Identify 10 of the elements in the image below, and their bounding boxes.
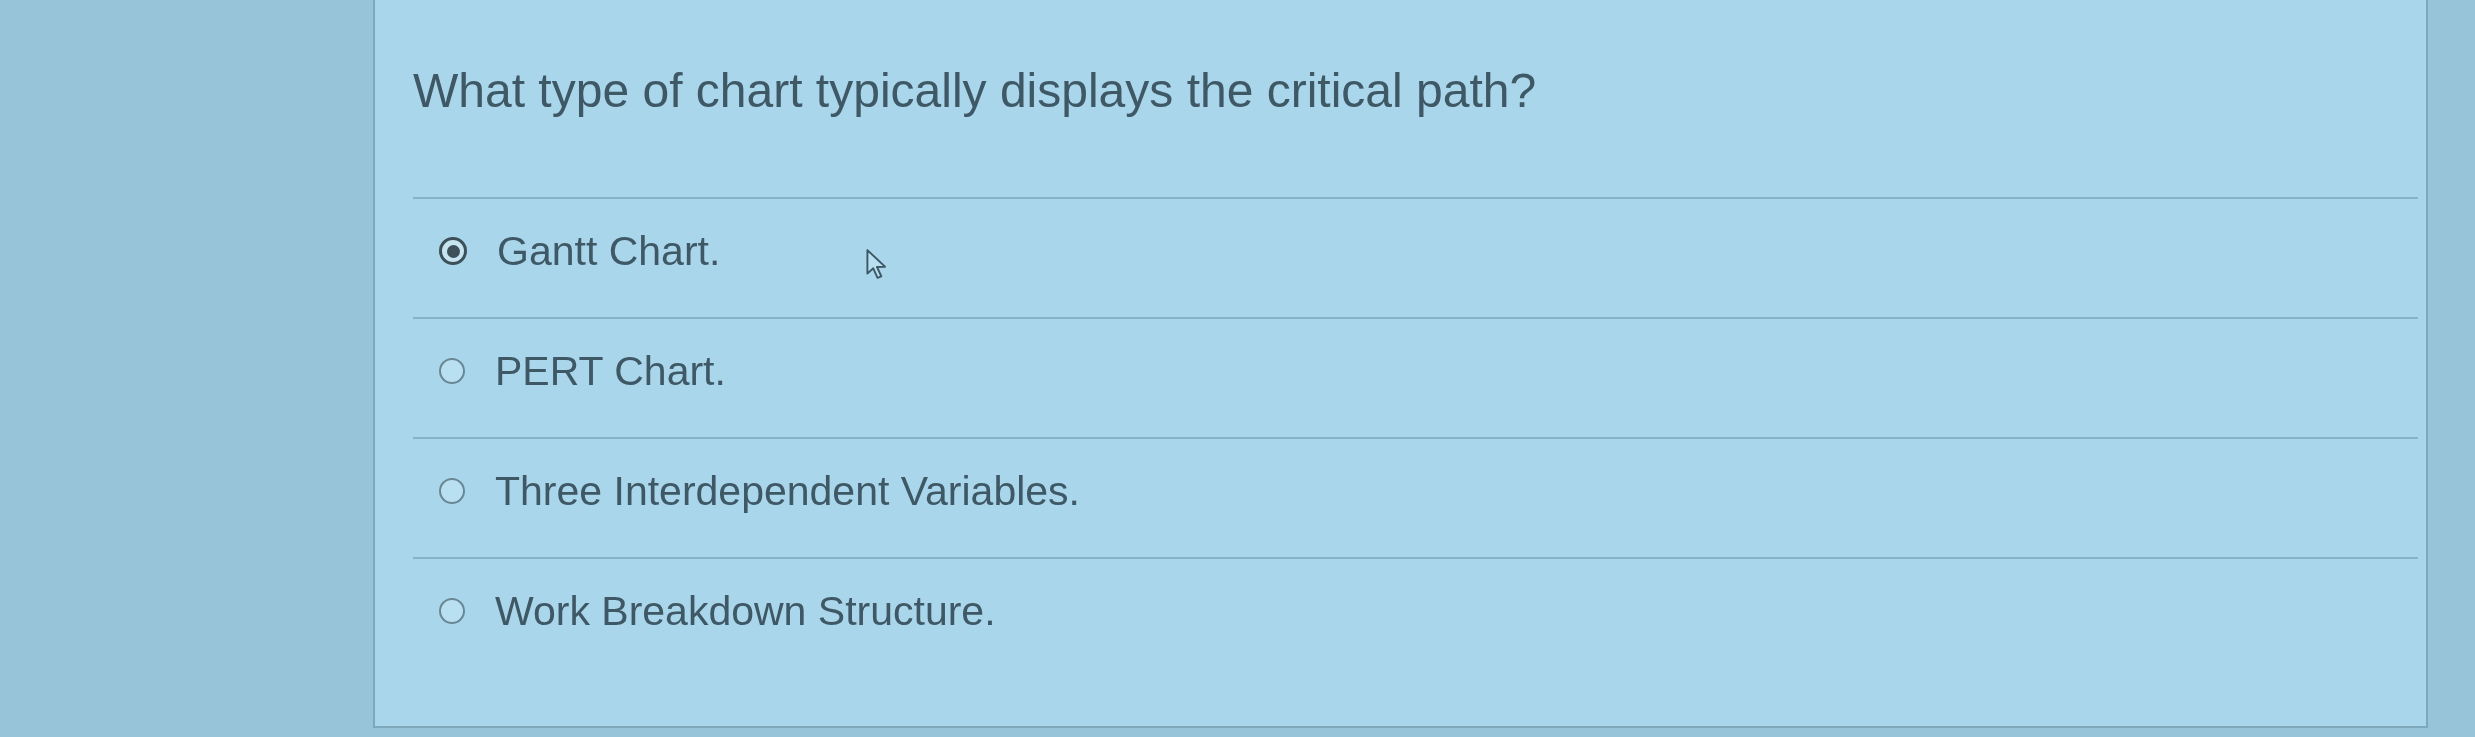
option-label[interactable]: Work Breakdown Structure. [495,586,996,636]
option-label[interactable]: Gantt Chart. [497,226,721,276]
radio-button[interactable] [439,237,467,265]
radio-button[interactable] [439,478,465,504]
radio-button[interactable] [439,358,465,384]
question-text: What type of chart typically displays the critical path? [413,63,1537,119]
pointer-icon [865,248,889,280]
radio-button[interactable] [439,598,465,624]
option-label[interactable]: PERT Chart. [495,346,726,396]
option-label[interactable]: Three Interdependent Variables. [495,466,1080,516]
